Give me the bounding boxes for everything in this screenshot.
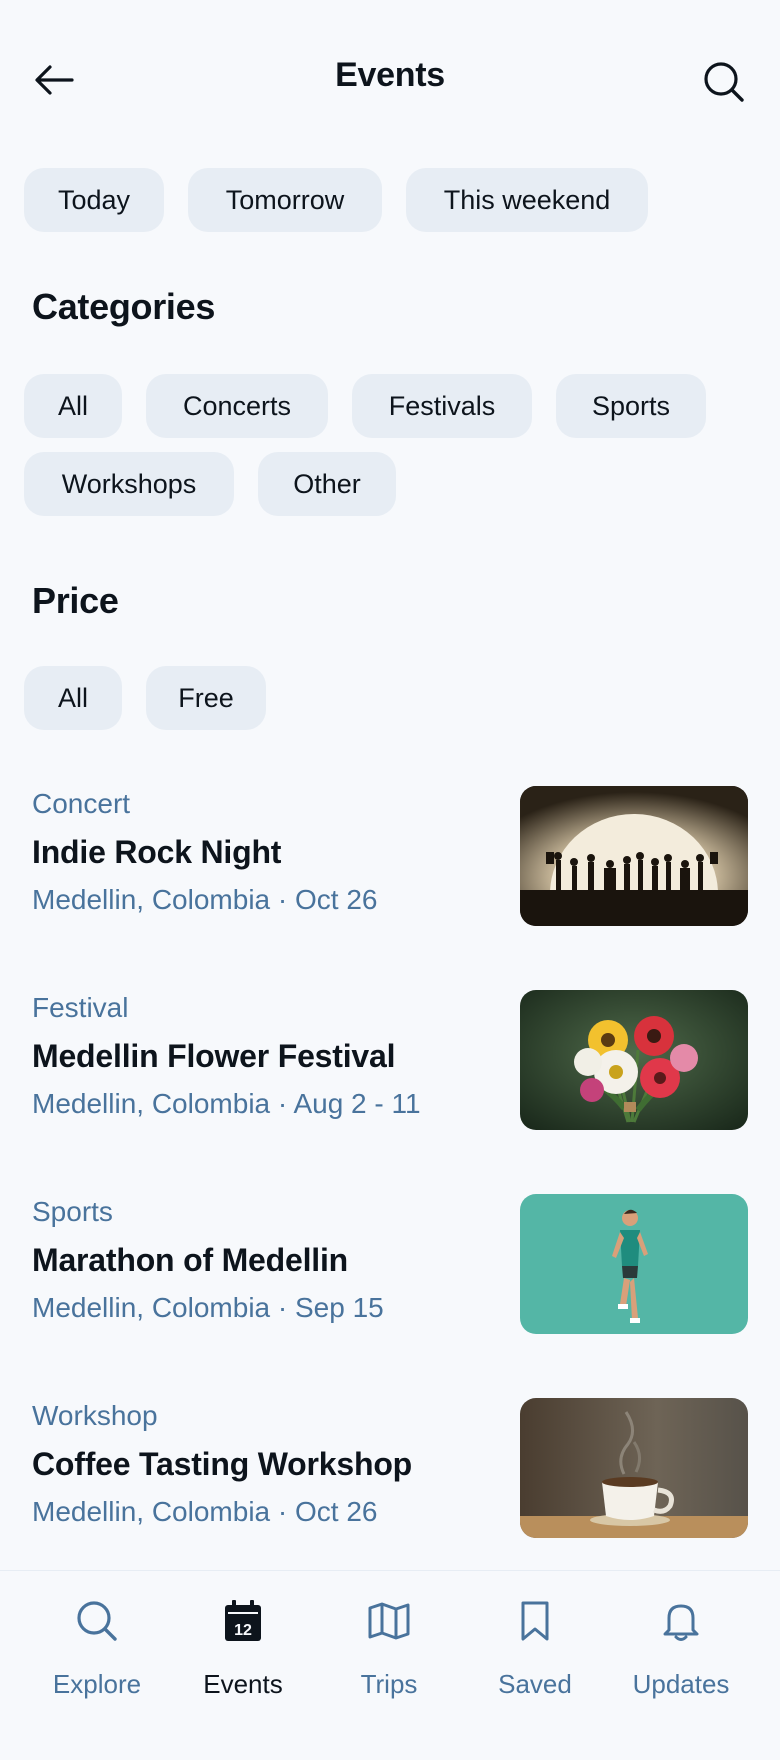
event-category: Festival [32, 992, 129, 1023]
chip-price-all[interactable]: All [24, 666, 122, 730]
chip-sports[interactable]: Sports [556, 374, 706, 438]
event-meta: Medellin, Colombia · Sep 15 [32, 1292, 384, 1323]
event-item[interactable]: Festival Medellin Flower Festival Medell… [0, 990, 780, 1152]
event-date: Oct 26 [295, 1496, 378, 1527]
price-heading: Price [32, 580, 119, 621]
chip-today[interactable]: Today [24, 168, 164, 232]
search-icon [77, 1601, 117, 1641]
event-location: Medellin, Colombia [32, 1496, 271, 1527]
map-icon [368, 1602, 410, 1640]
event-location: Medellin, Colombia [32, 1292, 271, 1323]
event-location: Medellin, Colombia [32, 1088, 271, 1119]
chip-festivals[interactable]: Festivals [352, 374, 532, 438]
top-app-bar: Events [0, 0, 780, 160]
event-thumbnail-concert [520, 786, 748, 926]
page-title: Events [335, 56, 445, 94]
event-item[interactable]: Workshop Coffee Tasting Workshop Medelli… [0, 1398, 780, 1560]
event-location: Medellin, Colombia [32, 884, 271, 915]
event-category: Workshop [32, 1400, 158, 1431]
event-date: Oct 26 [295, 884, 378, 915]
search-button[interactable] [698, 56, 750, 108]
nav-label: Explore [52, 1669, 142, 1699]
chip-category-all[interactable]: All [24, 374, 122, 438]
chip-tomorrow[interactable]: Tomorrow [188, 168, 382, 232]
event-date: Aug 2 - 11 [293, 1088, 421, 1119]
chip-other[interactable]: Other [258, 452, 396, 516]
event-item[interactable]: Concert Indie Rock Night Medellin, Colom… [0, 786, 780, 948]
price-chips: All Free [24, 666, 266, 730]
event-meta: Medellin, Colombia · Aug 2 - 11 [32, 1088, 421, 1119]
calendar-day: 12 [234, 1622, 252, 1639]
nav-label: Events [203, 1669, 283, 1699]
event-date: Sep 15 [295, 1292, 384, 1323]
event-category: Concert [32, 788, 131, 819]
bottom-navigation: Explore 12 Events Trips Saved Updates [0, 1570, 780, 1760]
nav-saved[interactable]: Saved [462, 1595, 608, 1705]
search-icon [704, 62, 744, 102]
event-category: Sports [32, 1196, 113, 1227]
event-item[interactable]: Sports Marathon of Medellin Medellin, Co… [0, 1194, 780, 1356]
chip-this-weekend[interactable]: This weekend [406, 168, 648, 232]
calendar-icon: 12 [225, 1600, 261, 1641]
nav-label: Trips [360, 1669, 418, 1699]
event-meta: Medellin, Colombia · Oct 26 [32, 884, 378, 915]
event-name: Marathon of Medellin [32, 1242, 349, 1278]
event-name: Coffee Tasting Workshop [32, 1446, 413, 1482]
chip-workshops[interactable]: Workshops [24, 452, 234, 516]
nav-events[interactable]: 12 Events [170, 1595, 316, 1705]
nav-updates[interactable]: Updates [608, 1595, 754, 1705]
nav-explore[interactable]: Explore [24, 1595, 170, 1705]
event-thumbnail-coffee [520, 1398, 748, 1538]
chip-free[interactable]: Free [146, 666, 266, 730]
event-thumbnail-marathon [520, 1194, 748, 1334]
date-filter-chips: Today Tomorrow This weekend [24, 168, 648, 232]
nav-label: Updates [632, 1669, 730, 1699]
bell-icon [663, 1604, 699, 1641]
chip-concerts[interactable]: Concerts [146, 374, 328, 438]
event-name: Medellin Flower Festival [32, 1038, 396, 1074]
event-name: Indie Rock Night [32, 834, 282, 870]
categories-heading: Categories [32, 286, 216, 327]
nav-label: Saved [498, 1669, 572, 1699]
event-meta: Medellin, Colombia · Oct 26 [32, 1496, 378, 1527]
nav-trips[interactable]: Trips [316, 1595, 462, 1705]
category-chips: All Concerts Festivals Sports Workshops … [24, 374, 744, 516]
event-thumbnail-flowers [520, 990, 748, 1130]
bookmark-icon [521, 1601, 549, 1641]
